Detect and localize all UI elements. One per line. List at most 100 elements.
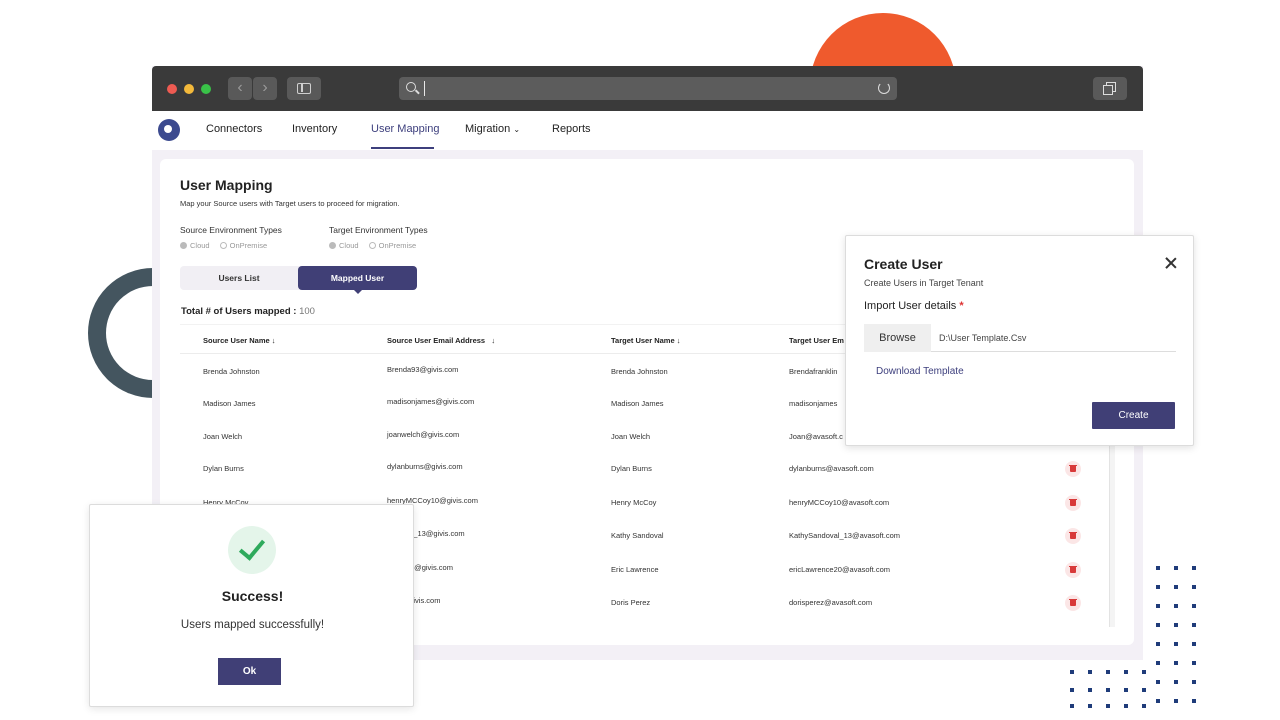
search-icon xyxy=(406,82,416,92)
target-env-label: Target Environment Types xyxy=(329,225,428,235)
dot xyxy=(1106,670,1110,674)
dot xyxy=(1174,661,1178,665)
dot xyxy=(1174,680,1178,684)
trash-icon[interactable] xyxy=(1065,562,1081,578)
target-cloud-radio[interactable]: Cloud xyxy=(329,241,359,250)
dot xyxy=(1156,699,1160,703)
minimize-window-light[interactable] xyxy=(184,84,194,94)
dot xyxy=(1124,670,1128,674)
table-cell: dorisperez@avasoft.com xyxy=(789,598,873,607)
chevron-down-icon: ⌄ xyxy=(513,125,521,134)
dot xyxy=(1192,623,1196,627)
source-onpremise-radio[interactable]: OnPremise xyxy=(219,241,268,250)
success-message: Users mapped successfully! xyxy=(180,619,325,631)
ok-button[interactable]: Ok xyxy=(218,658,281,685)
radio-label: OnPremise xyxy=(229,241,268,250)
radio-selected-icon xyxy=(180,242,187,249)
tabs-overview-button[interactable] xyxy=(1093,77,1127,100)
table-cell: Kathy Sandoval xyxy=(611,531,664,540)
dot xyxy=(1088,704,1092,708)
tab-mapped-user[interactable]: Mapped User xyxy=(298,266,417,294)
th-target-name[interactable]: Target User Name ↓ xyxy=(611,336,680,345)
table-cell: Henry McCoy xyxy=(611,498,657,507)
success-title: Success! xyxy=(221,588,284,604)
import-label: Import User details * xyxy=(864,300,964,312)
table-cell: Dylan Burns xyxy=(203,464,244,473)
dot xyxy=(1192,585,1196,589)
target-env-options: Cloud OnPremise xyxy=(329,241,416,250)
table-cell: KathySandoval_13@avasoft.com xyxy=(789,531,901,540)
app-logo[interactable] xyxy=(158,119,180,141)
active-nav-indicator xyxy=(371,147,434,149)
table-cell: Brenda Johnston xyxy=(611,367,668,376)
address-bar[interactable] xyxy=(399,77,897,100)
tab-users-list[interactable]: Users List xyxy=(180,266,298,290)
stage: ‹ › Connectors Inventory User Mapping Mi… xyxy=(0,0,1280,720)
close-window-light[interactable] xyxy=(167,84,177,94)
trash-icon[interactable] xyxy=(1065,495,1081,511)
forward-button[interactable]: › xyxy=(253,77,277,100)
text-caret xyxy=(424,81,425,96)
trash-icon[interactable] xyxy=(1065,461,1081,477)
dot xyxy=(1106,688,1110,692)
target-onpremise-radio[interactable]: OnPremise xyxy=(368,241,417,250)
dot xyxy=(1142,670,1146,674)
table-cell: madisonjames xyxy=(789,399,838,408)
th-label: Source User Name xyxy=(203,336,270,345)
dot xyxy=(1156,623,1160,627)
nav-connectors[interactable]: Connectors xyxy=(206,123,262,135)
th-label: Source User Email Address xyxy=(387,336,486,345)
table-cell: Madison James xyxy=(203,399,256,408)
radio-selected-icon xyxy=(329,242,336,249)
nav-reports[interactable]: Reports xyxy=(552,123,591,135)
sort-arrow-icon: ↓ xyxy=(491,336,496,345)
dot xyxy=(1156,661,1160,665)
th-target-email[interactable]: Target User Em xyxy=(789,336,844,345)
dot xyxy=(1124,704,1128,708)
table-cell: Joan Welch xyxy=(611,432,651,441)
source-env-label: Source Environment Types xyxy=(180,225,282,235)
download-template-link[interactable]: Download Template xyxy=(876,366,964,377)
browse-button[interactable]: Browse xyxy=(864,324,931,352)
file-input: Browse D:\User Template.Csv xyxy=(864,324,1176,352)
modal-title: Create User xyxy=(864,256,943,272)
th-source-name[interactable]: Source User Name ↓ xyxy=(203,336,276,345)
dot xyxy=(1174,604,1178,608)
radio-empty-icon xyxy=(219,242,227,249)
dot xyxy=(1156,566,1160,570)
check-icon xyxy=(228,526,276,574)
page-subtitle: Map your Source users with Target users … xyxy=(180,199,400,208)
required-mark: * xyxy=(959,300,964,312)
nav-inventory[interactable]: Inventory xyxy=(292,123,337,135)
maximize-window-light[interactable] xyxy=(201,84,211,94)
trash-icon[interactable] xyxy=(1065,528,1081,544)
sidebar-toggle-button[interactable] xyxy=(287,77,321,100)
trash-icon[interactable] xyxy=(1065,595,1081,611)
back-button[interactable]: ‹ xyxy=(228,77,252,100)
close-icon[interactable] xyxy=(1165,257,1177,269)
list-tabs: Users List Mapped User xyxy=(180,266,417,294)
nav-migration[interactable]: Migration ⌄ xyxy=(465,123,520,135)
create-button[interactable]: Create xyxy=(1092,402,1175,429)
dot xyxy=(1088,670,1092,674)
nav-migration-label: Migration xyxy=(465,123,511,135)
dot xyxy=(1174,566,1178,570)
dot xyxy=(1070,688,1074,692)
th-source-email[interactable]: Source User Email Address ↓ xyxy=(387,336,495,345)
nav-user-mapping[interactable]: User Mapping xyxy=(371,123,439,135)
radio-empty-icon xyxy=(368,242,376,249)
dot xyxy=(1156,642,1160,646)
table-cell: Madison James xyxy=(611,399,664,408)
radio-label: OnPremise xyxy=(378,241,417,250)
create-user-modal: Create User Create Users in Target Tenan… xyxy=(845,235,1194,446)
file-name: D:\User Template.Csv xyxy=(939,333,1027,343)
reload-icon[interactable] xyxy=(878,82,890,94)
success-dialog: Success! Users mapped successfully! Ok xyxy=(89,504,414,707)
th-label: Target User Name xyxy=(611,336,675,345)
source-cloud-radio[interactable]: Cloud xyxy=(180,241,210,250)
import-label-text: Import User details xyxy=(864,300,957,312)
dot xyxy=(1174,623,1178,627)
app-navigation: Connectors Inventory User Mapping Migrat… xyxy=(152,111,1143,150)
table-cell: Brenda93@givis.com xyxy=(387,365,459,374)
dot xyxy=(1192,642,1196,646)
